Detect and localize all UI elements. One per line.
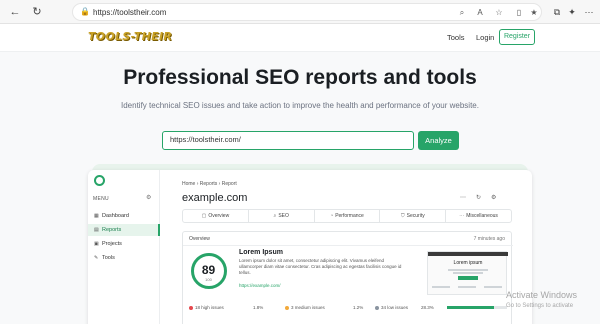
low-dot-icon [375,305,379,310]
stat-medium-pct: 1.2% [353,305,364,310]
site-description: Lorem ipsum dolor sit amet, consectetur … [239,258,402,275]
tab-seo: ⌕ SEO [249,210,315,222]
tab-overview: ▢ Overview [183,210,249,222]
score-value: 89 [201,263,216,277]
performance-icon: ◔ [330,213,334,219]
split-screen-icon[interactable]: ▯ [513,7,525,19]
overview-timestamp: 7 minutes ago [473,236,505,242]
site-thumbnail: Lorem ipsum [427,251,508,295]
score-gauge: 89 100 [191,253,227,289]
lock-icon[interactable]: 🔒 [80,7,90,17]
nav-login-link[interactable]: Login [476,33,494,42]
security-icon: ⛉ [400,213,405,219]
thumbnail-line [448,269,488,271]
thumbnail-line [432,286,450,288]
breadcrumb: Home › Reports › Report [182,181,237,187]
dashboard-icon: ▦ [94,213,99,219]
preview-sidebar: MENU ⚙ ▦ Dashboard ▤ Reports ▣ Projects … [88,170,160,324]
stat-low: 34 low issues [375,305,408,310]
collections-icon[interactable]: ⧉ [551,6,563,18]
thumbnail-button [458,276,478,280]
favorites-icon[interactable]: ★ [528,7,540,19]
divider [183,245,513,246]
sidebar-item-reports: ▤ Reports [88,224,160,236]
issue-stats: 18 high issues 1.8% 3 medium issues 1.2%… [189,305,507,315]
register-button[interactable]: Register [499,29,535,45]
extensions-icon[interactable]: ✦ [566,6,578,18]
sidebar-item-label: Reports [102,227,122,233]
score-max: 100 [205,277,212,282]
sidebar-item-label: Dashboard [102,213,129,219]
nav-tools-link[interactable]: Tools [447,33,465,42]
sidebar-item-label: Tools [102,255,115,261]
hero-subtitle: Identify technical SEO issues and take a… [121,101,479,110]
analyze-button[interactable]: Analyze [418,131,459,150]
misc-icon: ⋯ [459,213,465,219]
site-header: TOOLS-THEIR Tools Login Register [0,24,600,52]
sidebar-item-projects: ▣ Projects [88,238,160,250]
progress-bar [447,306,507,309]
address-url[interactable]: https://toolstheir.com [93,7,166,18]
report-tabs: ▢ Overview ⌕ SEO ◔ Performance ⛉ Security ⋯ M… [182,209,512,223]
dashboard-preview: MENU ⚙ ▦ Dashboard ▤ Reports ▣ Projects … [88,170,532,324]
site-title: Lorem Ipsum [239,249,283,256]
overview-title: Overview [189,236,210,242]
menu-label: MENU [93,196,109,202]
url-input[interactable]: https://toolstheir.com/ [162,131,414,150]
thumbnail-line [458,286,476,288]
zoom-icon[interactable]: ⌕ [456,7,468,19]
overview-card: Overview 7 minutes ago 89 100 Lorem Ipsu… [182,231,513,324]
browser-toolbar: ← ↻ 🔒 https://toolstheir.com ⌕ A ☆ ▯ ★ ⧉… [0,0,600,24]
tab-performance: ◔ Performance [315,210,381,222]
stat-medium: 3 medium issues [285,305,325,310]
hero-title: Professional SEO reports and tools [123,66,477,89]
tab-miscellaneous: ⋯ Miscellaneous [459,213,498,219]
menu-icon[interactable]: ⋯ [583,6,595,18]
tab-security: ⛉ Security [380,210,447,222]
back-icon[interactable]: ← [8,5,22,19]
sidebar-item-label: Projects [102,241,122,247]
address-bar[interactable]: 🔒 https://toolstheir.com ⌕ A ☆ ▯ ★ [72,3,542,21]
favorite-icon[interactable]: ☆ [493,7,505,19]
reports-icon: ▤ [94,227,99,233]
settings-icon: ⚙ [146,195,152,201]
refresh-icon[interactable]: ↻ [30,5,44,19]
stat-high: 18 high issues [189,305,224,310]
tools-icon: ✎ [94,255,99,261]
projects-icon: ▣ [94,241,99,247]
stat-high-pct: 1.8% [253,305,264,310]
thumbnail-header [428,252,508,256]
settings-report-icon: ⚙ [491,195,497,201]
thumbnail-line [484,286,502,288]
sidebar-item-dashboard: ▦ Dashboard [88,210,160,222]
seo-icon: ⌕ [273,213,277,219]
site-logo[interactable]: TOOLS-THEIR [88,30,172,43]
app-logo-icon [94,175,105,186]
thumbnail-line [453,272,483,274]
thumbnail-title: Lorem ipsum [453,260,483,266]
more-icon: ⋯ [460,195,466,201]
progress-fill [447,306,494,309]
overview-icon: ▢ [201,213,207,219]
sidebar-item-tools: ✎ Tools [88,252,160,264]
site-link: https://example.com/ [239,283,281,288]
refresh-report-icon: ↻ [476,195,482,201]
read-aloud-icon[interactable]: A [474,7,486,19]
stat-low-pct: 28.3% [421,305,434,310]
activation-watermark: Activate Windows [506,290,578,300]
activation-watermark-sub: Go to Settings to activate [506,303,574,309]
medium-dot-icon [285,305,289,310]
page-title: example.com [182,192,248,204]
high-dot-icon [189,305,193,310]
preview-main: Home › Reports › Report example.com ⋯ ↻ … [160,170,532,324]
